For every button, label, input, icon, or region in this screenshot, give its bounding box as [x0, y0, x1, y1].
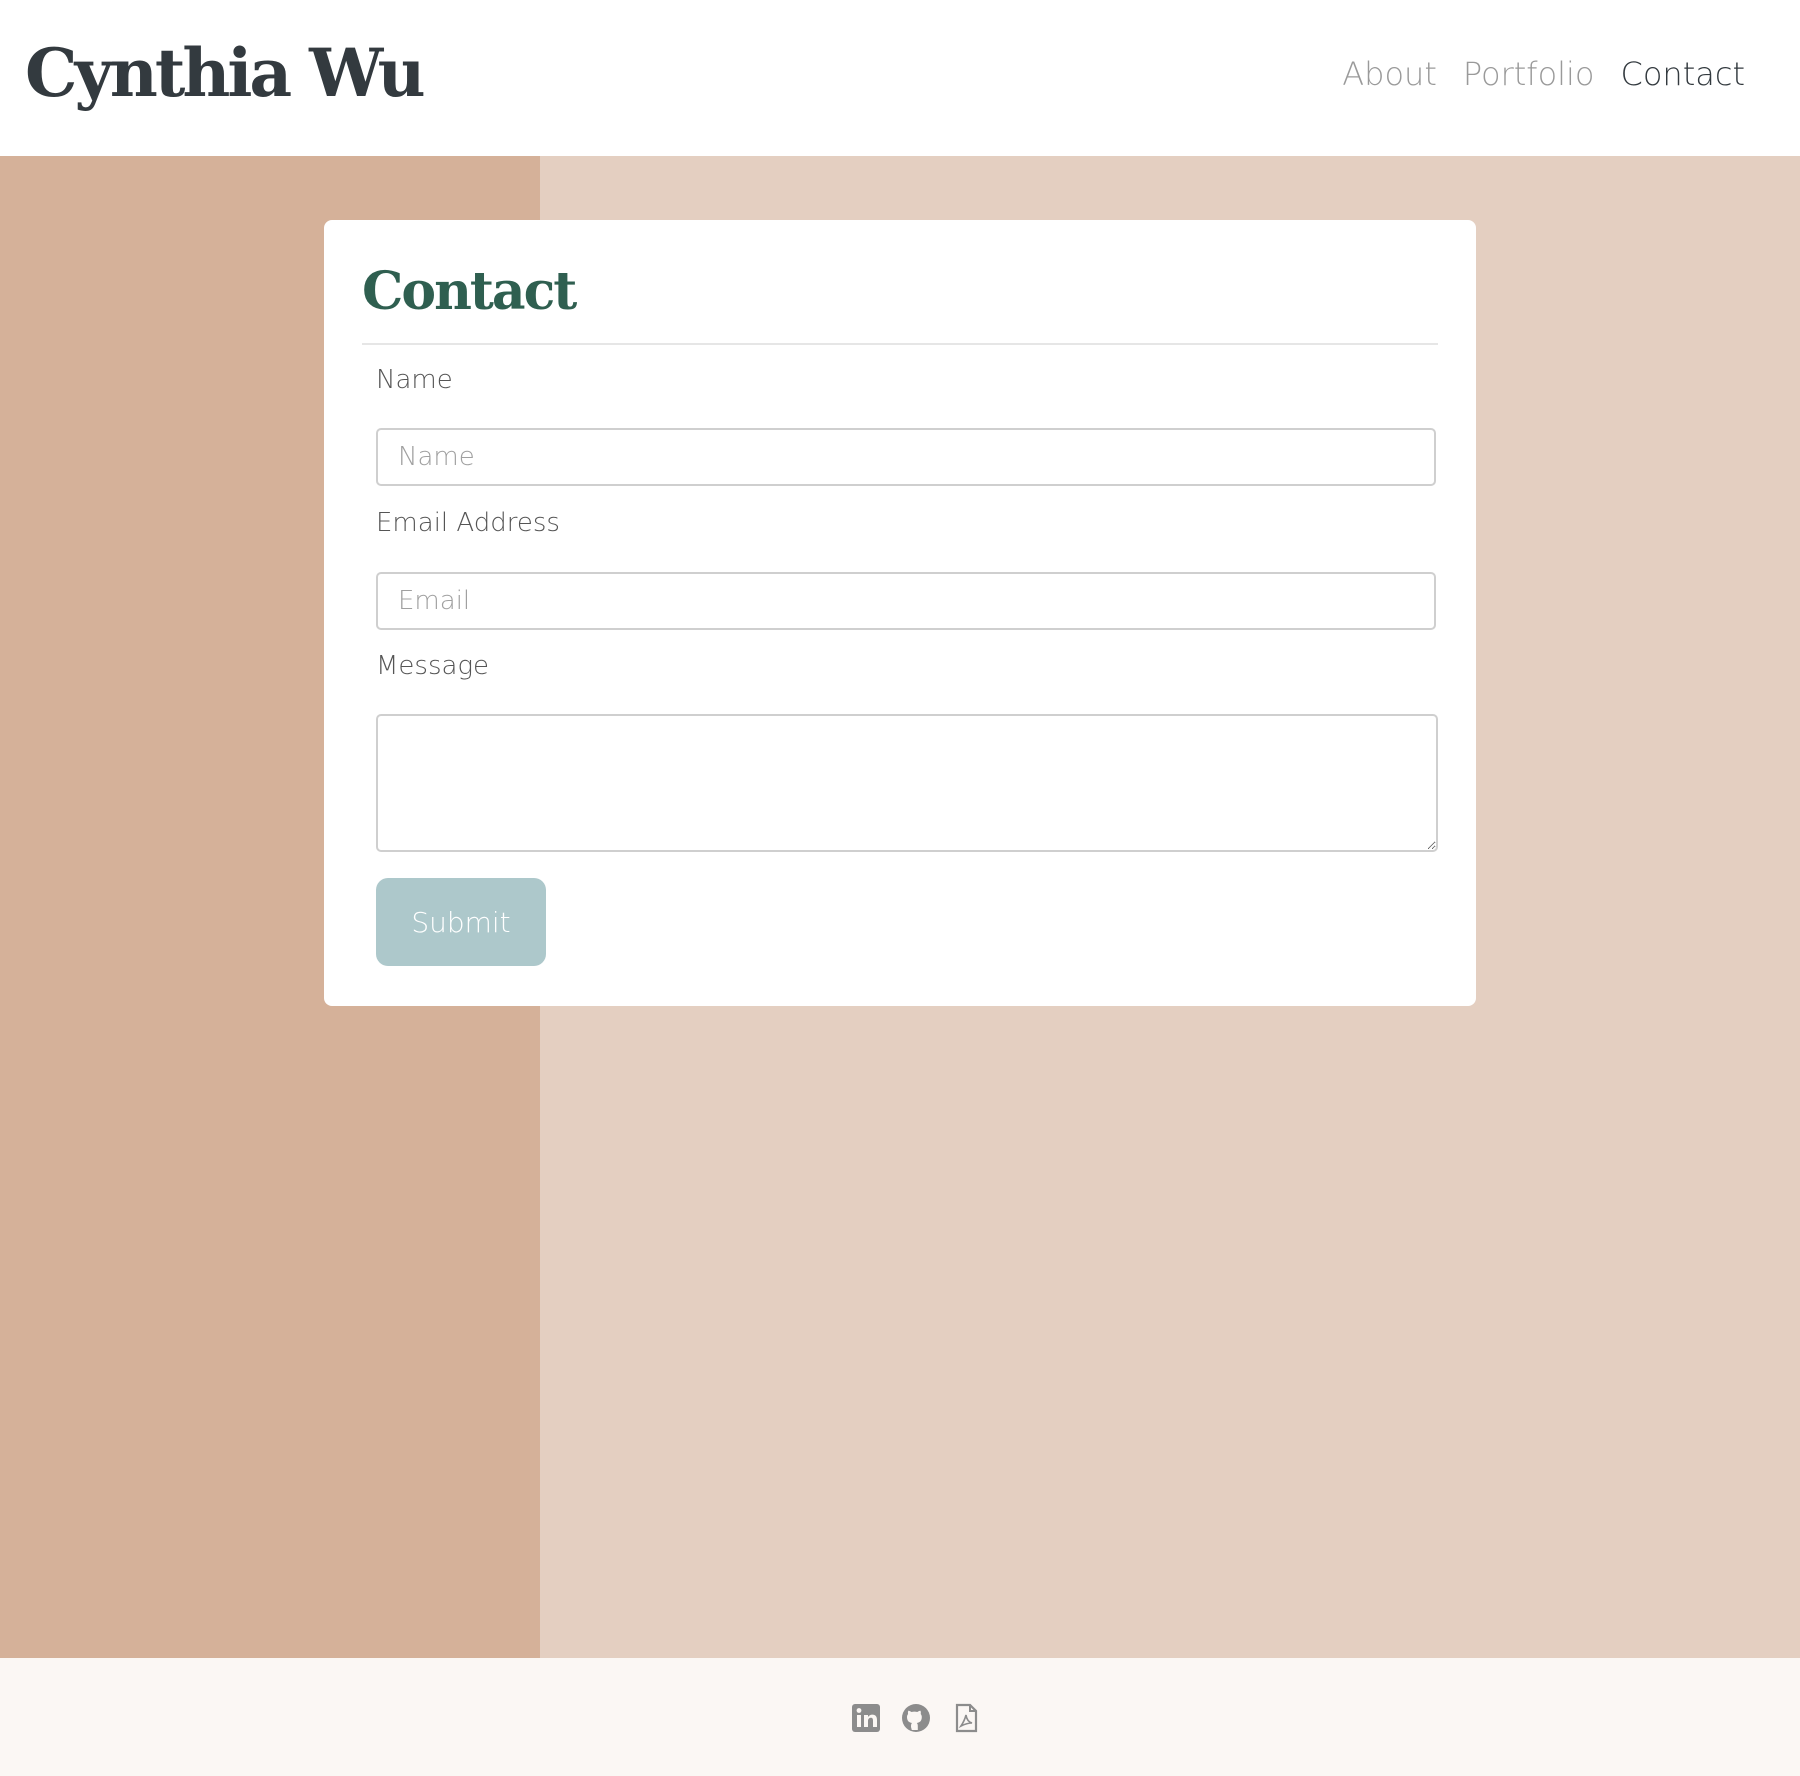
nav-link-contact[interactable]: Contact [1621, 50, 1746, 98]
nav-link-portfolio[interactable]: Portfolio [1463, 50, 1595, 98]
email-input[interactable] [376, 572, 1436, 630]
main-nav: About Portfolio Contact [1342, 50, 1745, 98]
linkedin-icon[interactable] [850, 1702, 882, 1734]
site-brand[interactable]: Cynthia Wu [25, 28, 426, 118]
social-links [850, 1702, 982, 1734]
submit-button[interactable]: Submit [376, 878, 546, 966]
pdf-icon[interactable] [950, 1702, 982, 1734]
title-divider [362, 343, 1438, 345]
page-title: Contact [362, 261, 577, 322]
email-label: Email Address [376, 508, 560, 538]
contact-card: Contact Name Email Address Message Submi… [324, 220, 1476, 1006]
name-label: Name [376, 365, 453, 395]
message-textarea[interactable] [376, 714, 1438, 852]
site-footer [0, 1658, 1800, 1776]
name-input[interactable] [376, 428, 1436, 486]
nav-link-about[interactable]: About [1342, 50, 1437, 98]
github-icon[interactable] [900, 1702, 932, 1734]
message-label: Message [376, 651, 490, 681]
site-header: Cynthia Wu About Portfolio Contact [0, 0, 1800, 156]
